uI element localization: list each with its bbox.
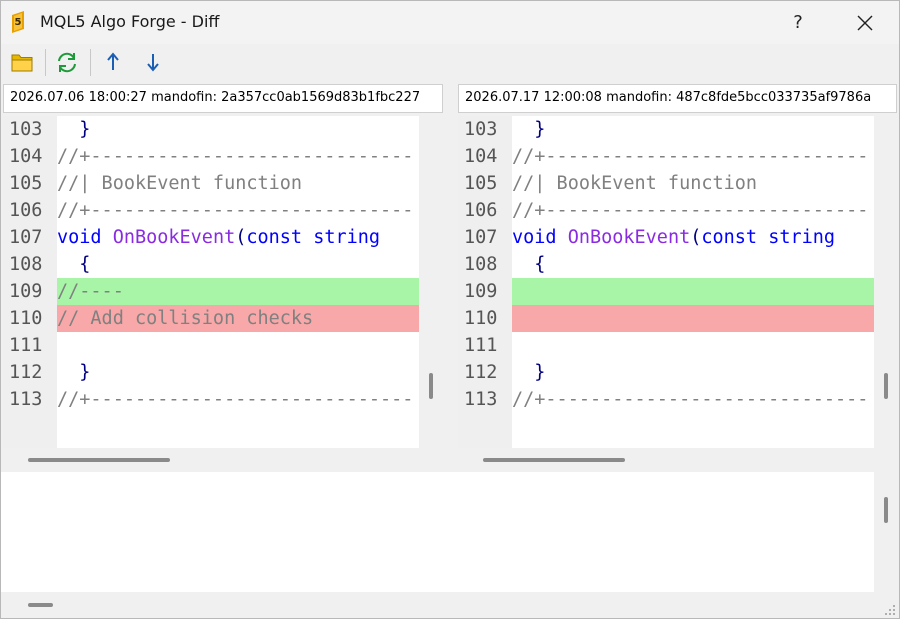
- resize-grip-icon[interactable]: [881, 601, 897, 617]
- left-revision-header: 2026.07.06 18:00:27 mandofin: 2a357cc0ab…: [3, 84, 443, 113]
- code-line: 105 //| BookEvent function: [458, 170, 874, 197]
- code-text: //+-----------------------------: [512, 146, 869, 167]
- line-number: 112: [9, 362, 43, 383]
- right-horizontal-scrollbar[interactable]: [483, 458, 625, 462]
- code-text: //+-----------------------------: [57, 200, 414, 221]
- code-text: }: [57, 362, 91, 383]
- line-number: 111: [464, 335, 498, 356]
- line-number: 107: [9, 227, 43, 248]
- arrow-up-icon[interactable]: [99, 49, 127, 75]
- code-line: 103 }: [3, 116, 419, 143]
- toolbar-separator: [90, 49, 91, 76]
- line-number: 110: [464, 308, 498, 329]
- line-number: 108: [464, 254, 498, 275]
- code-text: void OnBookEvent(const string: [57, 227, 381, 248]
- refresh-icon[interactable]: [53, 49, 81, 75]
- line-number: 112: [464, 362, 498, 383]
- line-number: 106: [464, 200, 498, 221]
- code-text: {: [512, 254, 546, 275]
- line-number: 106: [9, 200, 43, 221]
- left-code-pane[interactable]: 103 } 104 //+-----------------------------…: [3, 116, 419, 448]
- left-vertical-scrollbar[interactable]: [429, 373, 433, 399]
- folder-icon[interactable]: [8, 49, 36, 75]
- code-line: 113 //+-----------------------------: [458, 386, 874, 413]
- code-line: 108 {: [3, 251, 419, 278]
- code-line: 109 //----: [3, 278, 419, 305]
- code-line: 108 {: [458, 251, 874, 278]
- code-text: }: [512, 119, 546, 140]
- code-text: //+-----------------------------: [512, 389, 869, 410]
- code-text: //+-----------------------------: [57, 389, 414, 410]
- right-revision-header: 2026.07.17 12:00:08 mandofin: 487c8fde5b…: [458, 84, 897, 113]
- added-line-highlight: [512, 278, 874, 305]
- code-line: 112 }: [458, 359, 874, 386]
- metaeditor-app-icon: 5: [12, 11, 24, 33]
- line-number: 109: [9, 281, 43, 302]
- code-line: 104 //+-----------------------------: [458, 143, 874, 170]
- code-line: 111: [3, 332, 419, 359]
- right-vertical-scrollbar[interactable]: [884, 373, 888, 399]
- line-number: 105: [9, 173, 43, 194]
- line-number: 108: [9, 254, 43, 275]
- arrow-down-icon[interactable]: [139, 49, 167, 75]
- line-number: 113: [9, 389, 43, 410]
- right-code-pane[interactable]: 103 } 104 //+-----------------------------…: [458, 116, 874, 448]
- code-text: //+-----------------------------: [57, 146, 414, 167]
- svg-text:5: 5: [15, 17, 22, 28]
- bottom-horizontal-scrollbar[interactable]: [28, 603, 53, 607]
- code-line: 112 }: [3, 359, 419, 386]
- code-text: }: [57, 119, 91, 140]
- code-text: //| BookEvent function: [512, 173, 758, 194]
- line-number: 107: [464, 227, 498, 248]
- left-horizontal-scrollbar[interactable]: [28, 458, 170, 462]
- diff-window: 5 MQL5 Algo Forge - Diff ? 2026.07.06 18…: [0, 0, 900, 619]
- line-number: 104: [9, 146, 43, 167]
- code-text: {: [57, 254, 91, 275]
- code-line: 109: [458, 278, 874, 305]
- close-button[interactable]: [843, 7, 887, 39]
- close-icon: [857, 15, 873, 31]
- code-line: 110 // Add collision checks: [3, 305, 419, 332]
- title-bar[interactable]: 5 MQL5 Algo Forge - Diff ?: [1, 1, 899, 44]
- code-line: 106 //+-----------------------------: [458, 197, 874, 224]
- toolbar: [1, 44, 899, 80]
- line-number: 105: [464, 173, 498, 194]
- line-number: 111: [9, 335, 43, 356]
- code-line: 107 void OnBookEvent(const string: [458, 224, 874, 251]
- bottom-output-pane[interactable]: [1, 472, 874, 592]
- code-text: void OnBookEvent(const string: [512, 227, 836, 248]
- line-number: 103: [9, 119, 43, 140]
- code-line: 110: [458, 305, 874, 332]
- code-line: 113 //+-----------------------------: [3, 386, 419, 413]
- code-text: //+-----------------------------: [512, 200, 869, 221]
- code-line: 111: [458, 332, 874, 359]
- line-number: 110: [9, 308, 43, 329]
- code-text: // Add collision checks: [57, 308, 314, 329]
- line-number: 104: [464, 146, 498, 167]
- window-title: MQL5 Algo Forge - Diff: [40, 12, 220, 31]
- code-line: 106 //+-----------------------------: [3, 197, 419, 224]
- code-line: 104 //+-----------------------------: [3, 143, 419, 170]
- toolbar-separator: [45, 49, 46, 76]
- help-button[interactable]: ?: [778, 7, 818, 39]
- bottom-vertical-scrollbar[interactable]: [884, 497, 888, 523]
- code-line: 103 }: [458, 116, 874, 143]
- removed-line-highlight: [512, 305, 874, 332]
- code-text: //----: [57, 281, 124, 302]
- code-text: //| BookEvent function: [57, 173, 303, 194]
- code-line: 107 void OnBookEvent(const string: [3, 224, 419, 251]
- code-line: 105 //| BookEvent function: [3, 170, 419, 197]
- code-text: }: [512, 362, 546, 383]
- line-number: 109: [464, 281, 498, 302]
- line-number: 113: [464, 389, 498, 410]
- line-number: 103: [464, 119, 498, 140]
